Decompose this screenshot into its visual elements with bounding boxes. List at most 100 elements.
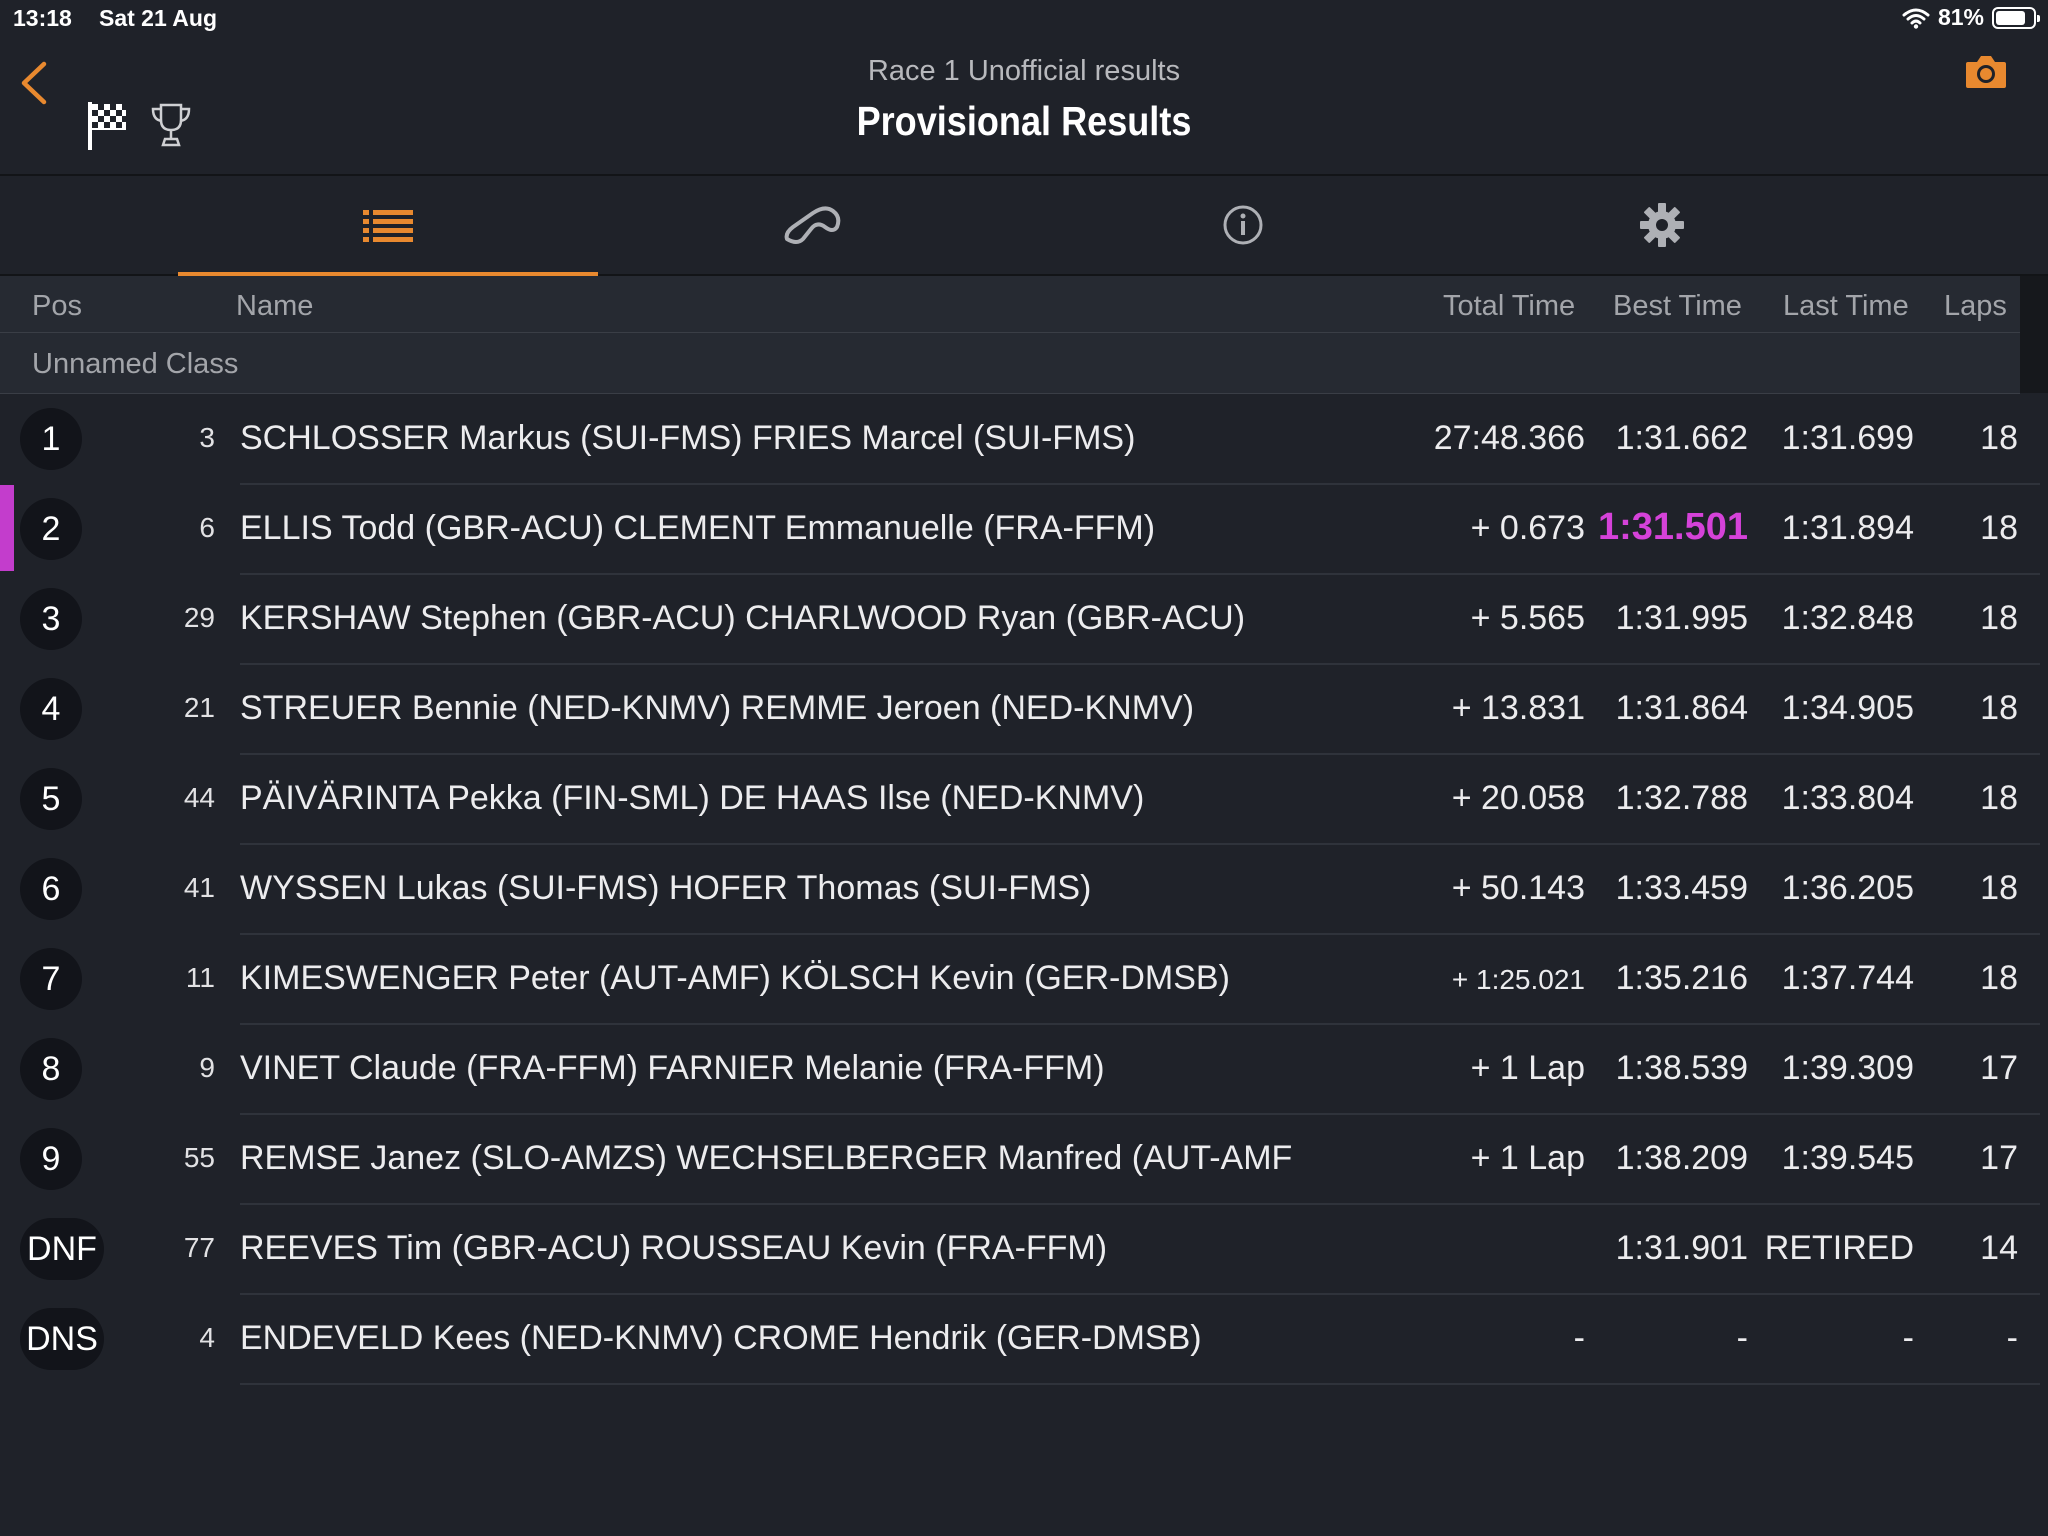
table-row[interactable]: 5 44 PÄIVÄRINTA Pekka (FIN-SML) DE HAAS Il… — [0, 755, 2040, 845]
laps-count: 17 — [1980, 1139, 2018, 1177]
col-name[interactable]: Name — [236, 290, 313, 323]
total-time: + 13.831 — [1451, 689, 1585, 727]
rider-names: WYSSEN Lukas (SUI-FMS) HOFER Thomas (SUI… — [240, 869, 1092, 907]
rider-names: PÄIVÄRINTA Pekka (FIN-SML) DE HAAS Ilse … — [240, 779, 1145, 817]
rider-names: ELLIS Todd (GBR-ACU) CLEMENT Emmanuelle … — [240, 509, 1156, 547]
best-time: 1:31.901 — [1615, 1229, 1748, 1267]
page-title: Provisional Results — [856, 98, 1192, 144]
rider-names: SCHLOSSER Markus (SUI-FMS) FRIES Marcel … — [240, 419, 1136, 457]
table-row[interactable]: 3 29 KERSHAW Stephen (GBR-ACU) CHARLWOOD R… — [0, 575, 2040, 665]
last-time: 1:34.905 — [1781, 689, 1914, 727]
table-row[interactable]: 1 3 SCHLOSSER Markus (SUI-FMS) FRIES Marce… — [0, 395, 2040, 485]
race-number: 11 — [185, 962, 215, 993]
race-number: 4 — [199, 1322, 215, 1353]
battery-fill — [1996, 10, 2026, 25]
rider-names: STREUER Bennie (NED-KNMV) REMME Jeroen (… — [240, 689, 1195, 727]
laps-count: 14 — [1980, 1229, 2018, 1267]
battery-icon — [1992, 6, 2040, 29]
total-time: + 50.143 — [1451, 869, 1585, 907]
total-time: + 1:25.021 — [1451, 964, 1585, 995]
page-subtitle: Race 1 Unofficial results — [867, 55, 1181, 87]
camera-button[interactable] — [1964, 54, 2008, 95]
status-indicators: 81% — [1902, 4, 2040, 31]
laps-count: 18 — [1980, 509, 2018, 547]
total-time: + 1 Lap — [1470, 1049, 1585, 1087]
best-time: 1:31.501 — [1597, 506, 1748, 548]
nav-bar: Race 1 Unofficial results Provisional Re… — [0, 40, 2048, 176]
race-number: 3 — [199, 422, 215, 453]
race-number: 44 — [183, 782, 215, 813]
last-time: 1:37.744 — [1781, 959, 1914, 997]
total-time: + 1 Lap — [1470, 1139, 1585, 1177]
tab-info[interactable] — [1033, 176, 1453, 274]
battery-percent: 81% — [1937, 4, 1984, 30]
best-time: 1:33.459 — [1615, 869, 1748, 907]
tab-bar — [0, 176, 2048, 276]
race-number: 41 — [183, 872, 215, 903]
best-time: 1:32.788 — [1615, 779, 1748, 817]
gear-icon — [1640, 203, 1684, 247]
battery-tip — [2037, 14, 2040, 22]
rider-names: REEVES Tim (GBR-ACU) ROUSSEAU Kevin (FRA… — [240, 1229, 1108, 1267]
best-time: 1:35.216 — [1615, 959, 1748, 997]
laps-count: 18 — [1980, 959, 2018, 997]
results-table: 1 3 SCHLOSSER Markus (SUI-FMS) FRIES Marce… — [0, 395, 2040, 1385]
total-time: - — [1573, 1319, 1585, 1357]
camera-icon — [1966, 56, 2006, 88]
position-badge: 3 — [20, 588, 82, 650]
laps-count: 18 — [1980, 419, 2018, 457]
table-row[interactable]: DNF 77 REEVES Tim (GBR-ACU) ROUSSEAU Kevin… — [0, 1205, 2040, 1295]
race-number: 55 — [183, 1142, 215, 1173]
class-header: Unnamed Class — [0, 333, 2020, 394]
position-badge: 7 — [20, 948, 82, 1010]
best-time: 1:31.995 — [1615, 599, 1748, 637]
row-divider-gap — [0, 1383, 240, 1385]
scroll-strip — [2020, 276, 2048, 393]
best-time: - — [1736, 1319, 1748, 1357]
table-row[interactable]: 9 55 REMSE Janez (SLO-AMZS) WECHSELBERGER … — [0, 1115, 2040, 1205]
table-row[interactable]: 4 21 STREUER Bennie (NED-KNMV) REMME Jeroe… — [0, 665, 2040, 755]
race-number: 77 — [183, 1232, 215, 1263]
position-badge: 5 — [20, 768, 82, 830]
col-total-time[interactable]: Total Time — [1443, 290, 1575, 323]
col-laps[interactable]: Laps — [1944, 290, 2007, 323]
col-pos[interactable]: Pos — [32, 290, 82, 323]
total-time: 27:48.366 — [1433, 419, 1585, 457]
tab-results-list[interactable] — [178, 176, 598, 276]
laps-count: 17 — [1980, 1049, 2018, 1087]
laps-count: - — [2006, 1319, 2018, 1357]
race-number: 21 — [183, 692, 215, 723]
best-time: 1:38.209 — [1615, 1139, 1748, 1177]
wifi-icon — [1902, 8, 1930, 29]
best-time: 1:31.662 — [1615, 419, 1748, 457]
table-row[interactable]: 6 41 WYSSEN Lukas (SUI-FMS) HOFER Thomas (… — [0, 845, 2040, 935]
tab-settings[interactable] — [1452, 176, 1872, 274]
last-time: 1:39.309 — [1781, 1049, 1914, 1087]
table-row[interactable]: 7 11 KIMESWENGER Peter (AUT-AMF) KÖLSCH Ke… — [0, 935, 2040, 1025]
last-time: 1:31.894 — [1781, 509, 1914, 547]
last-time: 1:39.545 — [1781, 1139, 1914, 1177]
best-time: 1:38.539 — [1615, 1049, 1748, 1087]
col-best-time[interactable]: Best Time — [1613, 290, 1742, 323]
status-bar: 13:18 Sat 21 Aug 81% — [0, 0, 2048, 40]
position-badge: 1 — [20, 408, 82, 470]
last-time: RETIRED — [1764, 1229, 1914, 1267]
laps-count: 18 — [1980, 689, 2018, 727]
table-row[interactable]: DNS 4 ENDEVELD Kees (NED-KNMV) CROME Hendr… — [0, 1295, 2040, 1385]
last-time: 1:31.699 — [1781, 419, 1914, 457]
tab-track[interactable] — [604, 176, 1024, 274]
rider-names: KERSHAW Stephen (GBR-ACU) CHARLWOOD Ryan… — [240, 599, 1246, 637]
position-badge: 8 — [20, 1038, 82, 1100]
col-last-time[interactable]: Last Time — [1783, 290, 1909, 323]
position-badge: DNS — [20, 1308, 104, 1370]
table-row[interactable]: 8 9 VINET Claude (FRA-FFM) FARNIER Melanie… — [0, 1025, 2040, 1115]
info-icon — [1223, 205, 1263, 245]
total-time: + 20.058 — [1451, 779, 1585, 817]
rider-names: ENDEVELD Kees (NED-KNMV) CROME Hendrik (… — [240, 1319, 1202, 1357]
table-row[interactable]: 2 6 ELLIS Todd (GBR-ACU) CLEMENT Emmanuell… — [0, 485, 2040, 575]
laps-count: 18 — [1980, 779, 2018, 817]
class-name: Unnamed Class — [32, 348, 239, 380]
position-badge: 9 — [20, 1128, 82, 1190]
race-number: 9 — [199, 1052, 215, 1083]
rider-names: VINET Claude (FRA-FFM) FARNIER Melanie (… — [240, 1049, 1105, 1087]
